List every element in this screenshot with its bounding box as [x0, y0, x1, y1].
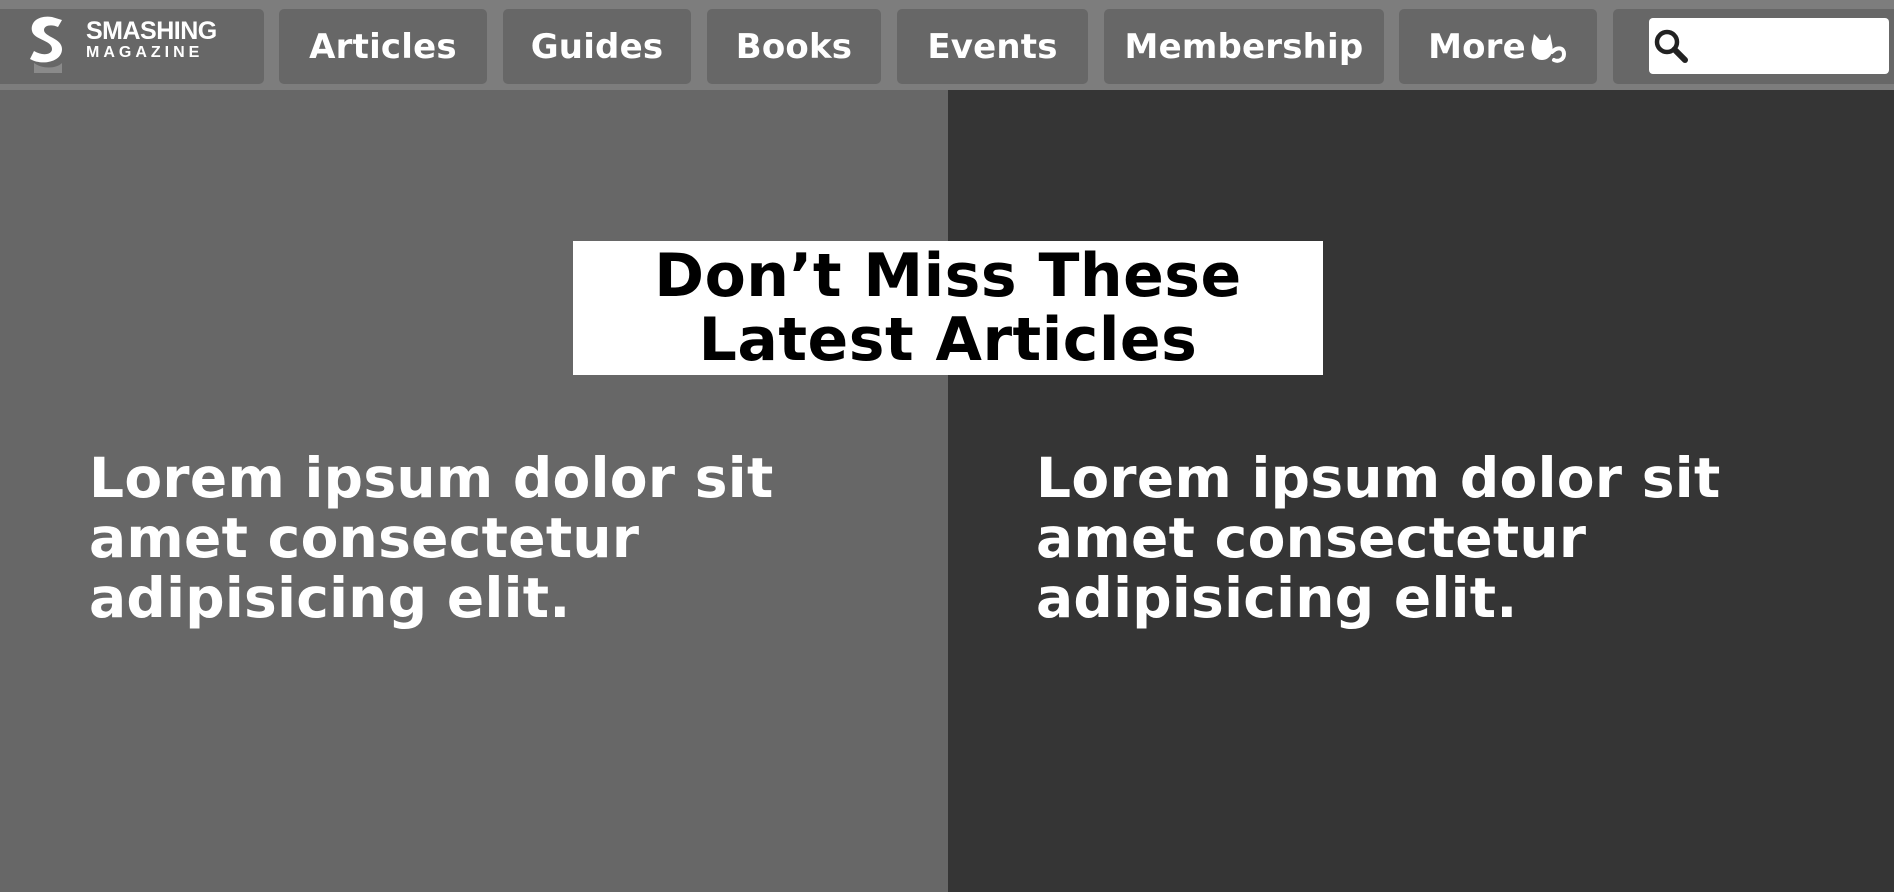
nav-item-label: Membership — [1124, 26, 1364, 67]
nav-item-label: Events — [927, 26, 1058, 67]
smashing-logo-icon — [30, 16, 62, 73]
brand-name-line1: SMASHING — [86, 17, 217, 45]
top-navigation: SMASHING MAGAZINE Articles Guides Books … — [0, 0, 1894, 90]
nav-item-label: Books — [735, 26, 853, 67]
brand-wordmark: SMASHING MAGAZINE — [86, 18, 217, 62]
nav-item-books[interactable]: Books — [707, 9, 881, 84]
search-input[interactable] — [1691, 26, 1889, 66]
page: SMASHING MAGAZINE Articles Guides Books … — [0, 0, 1894, 892]
nav-item-label: More — [1428, 26, 1526, 67]
nav-item-label: Guides — [530, 26, 664, 67]
section-heading-line1: Don’t Miss These — [654, 241, 1242, 311]
nav-item-guides[interactable]: Guides — [503, 9, 691, 84]
cat-icon — [1531, 33, 1566, 63]
nav-item-articles[interactable]: Articles — [279, 9, 487, 84]
article-title-link[interactable]: Lorem ipsum dolor sit amet consectetur a… — [1036, 448, 1756, 628]
nav-item-events[interactable]: Events — [897, 9, 1088, 84]
nav-item-membership[interactable]: Membership — [1104, 9, 1384, 84]
section-heading-line2: Latest Articles — [698, 305, 1198, 375]
search-box[interactable] — [1649, 18, 1889, 74]
nav-item-more[interactable]: More — [1399, 9, 1597, 84]
brand-name-line2: MAGAZINE — [86, 44, 204, 61]
section-heading: Don’t Miss These Latest Articles — [573, 241, 1323, 375]
search-icon[interactable] — [1651, 26, 1691, 66]
search-container — [1613, 9, 1894, 84]
logo-link[interactable]: SMASHING MAGAZINE — [0, 9, 264, 84]
nav-item-label: Articles — [309, 26, 457, 67]
article-title-link[interactable]: Lorem ipsum dolor sit amet consectetur a… — [89, 448, 809, 628]
